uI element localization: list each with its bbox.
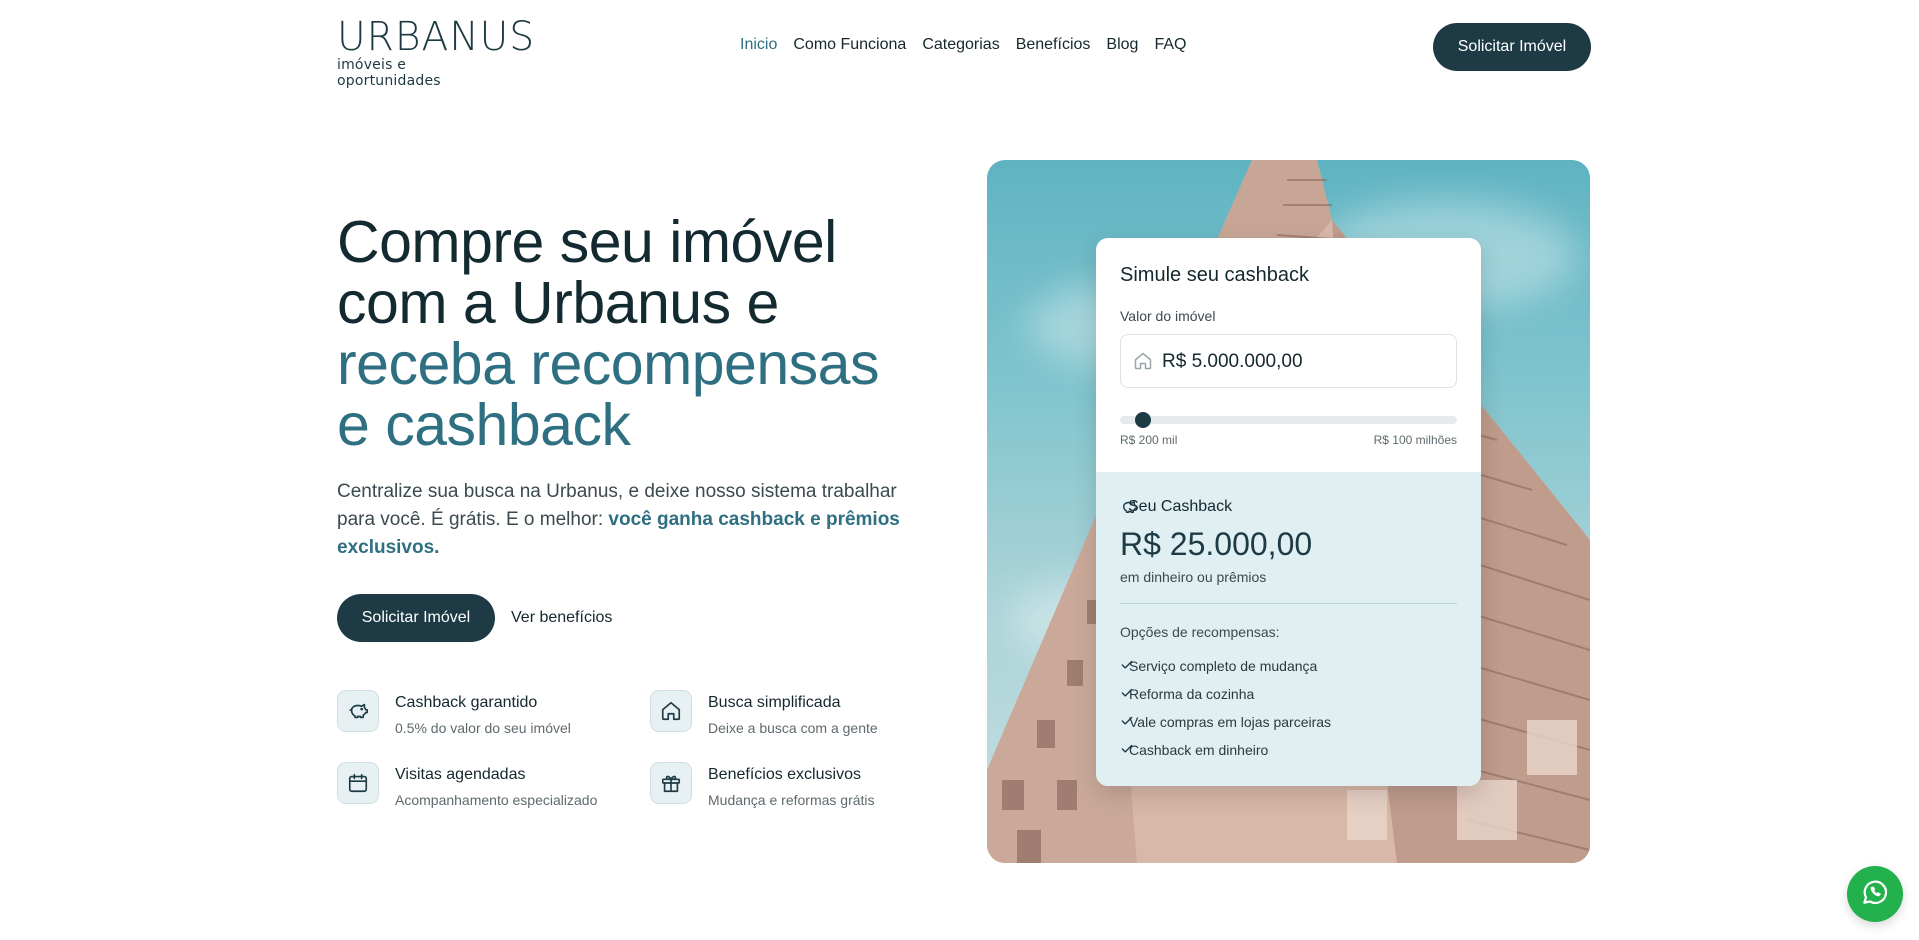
simulator-title: Simule seu cashback [1120,264,1309,286]
feature-beneficios: Benefícios exclusivos Mudança e reformas… [650,762,950,822]
cashback-amount: R$ 25.000,00 [1120,526,1313,562]
hero-title-accent1: receba recompensas [337,331,879,397]
site-header: URBANUS imóveis e oportunidades Inicio C… [0,0,1919,96]
cashback-heading: Seu Cashback [1120,498,1232,516]
feature-cashback: Cashback garantido 0.5% do valor do seu … [337,690,637,750]
feature-title: Benefícios exclusivos [708,766,861,783]
nav-item-como-funciona[interactable]: Como Funciona [793,36,906,54]
reward-option-label: Vale compras em lojas parceiras [1129,714,1332,730]
hero-subtitle: Centralize sua busca na Urbanus, e deixe… [337,478,937,562]
cashback-simulator-card: Simule seu cashback Valor do imóvel R$ 2… [1096,238,1481,786]
ver-beneficios-link[interactable]: Ver benefícios [511,609,612,627]
hero-title-line2: com a Urbanus e [337,270,779,336]
rewards-options-title: Opções de recompensas: [1120,624,1280,640]
feature-title: Busca simplificada [708,694,841,711]
cashback-label: Seu Cashback [1128,498,1233,515]
reward-option: Cashback em dinheiro [1120,742,1268,758]
feature-desc: 0.5% do valor do seu imóvel [395,720,571,736]
feature-desc: Deixe a busca com a gente [708,720,878,736]
brand-logo[interactable]: URBANUS imóveis e oportunidades [337,14,536,89]
nav-item-blog[interactable]: Blog [1106,36,1138,54]
home-icon [650,690,692,732]
hero-solicitar-imovel-button[interactable]: Solicitar Imóvel [337,594,495,642]
header-solicitar-imovel-button[interactable]: Solicitar Imóvel [1433,23,1591,71]
feature-desc: Acompanhamento especializado [395,792,598,808]
hero-title-line1: Compre seu imóvel [337,209,837,275]
calendar-icon [337,762,379,804]
nav-item-faq[interactable]: FAQ [1154,36,1186,54]
piggy-bank-icon [337,690,379,732]
feature-visitas: Visitas agendadas Acompanhamento especia… [337,762,637,822]
main-nav: Inicio Como Funciona Categorias Benefíci… [740,36,1202,54]
cashback-result-panel: Seu Cashback R$ 25.000,00 em dinheiro ou… [1096,472,1481,786]
brand-tagline: imóveis e oportunidades [337,57,441,89]
reward-option: Reforma da cozinha [1120,686,1254,702]
hero-title: Compre seu imóvel com a Urbanus e receba… [337,212,937,456]
property-value-input[interactable] [1162,351,1432,373]
reward-option: Vale compras em lojas parceiras [1120,714,1331,730]
reward-option: Serviço completo de mudança [1120,658,1317,674]
hero-building-photo: Simule seu cashback Valor do imóvel R$ 2… [987,160,1590,863]
property-value-field[interactable] [1120,334,1457,388]
nav-item-categorias[interactable]: Categorias [922,36,999,54]
slider-max-label: R$ 100 milhões [1373,433,1457,447]
whatsapp-icon [1860,877,1890,912]
reward-option-label: Cashback em dinheiro [1129,742,1269,758]
divider [1120,603,1457,604]
feature-busca: Busca simplificada Deixe a busca com a g… [650,690,950,750]
nav-item-beneficios[interactable]: Benefícios [1016,36,1091,54]
reward-option-label: Serviço completo de mudança [1129,658,1318,674]
slider-thumb[interactable] [1135,412,1152,428]
brand-name: URBANUS [337,14,536,60]
whatsapp-button[interactable] [1847,866,1903,922]
reward-option-label: Reforma da cozinha [1129,686,1255,702]
hero-title-accent2: e cashback [337,392,631,458]
feature-desc: Mudança e reformas grátis [708,792,875,808]
cashback-note: em dinheiro ou prêmios [1120,569,1267,585]
feature-title: Cashback garantido [395,694,538,711]
gift-icon [650,762,692,804]
feature-title: Visitas agendadas [395,766,526,783]
property-value-slider[interactable] [1120,412,1457,428]
nav-item-inicio[interactable]: Inicio [740,36,777,54]
slider-min-label: R$ 200 mil [1120,433,1178,447]
property-value-label: Valor do imóvel [1120,308,1216,324]
